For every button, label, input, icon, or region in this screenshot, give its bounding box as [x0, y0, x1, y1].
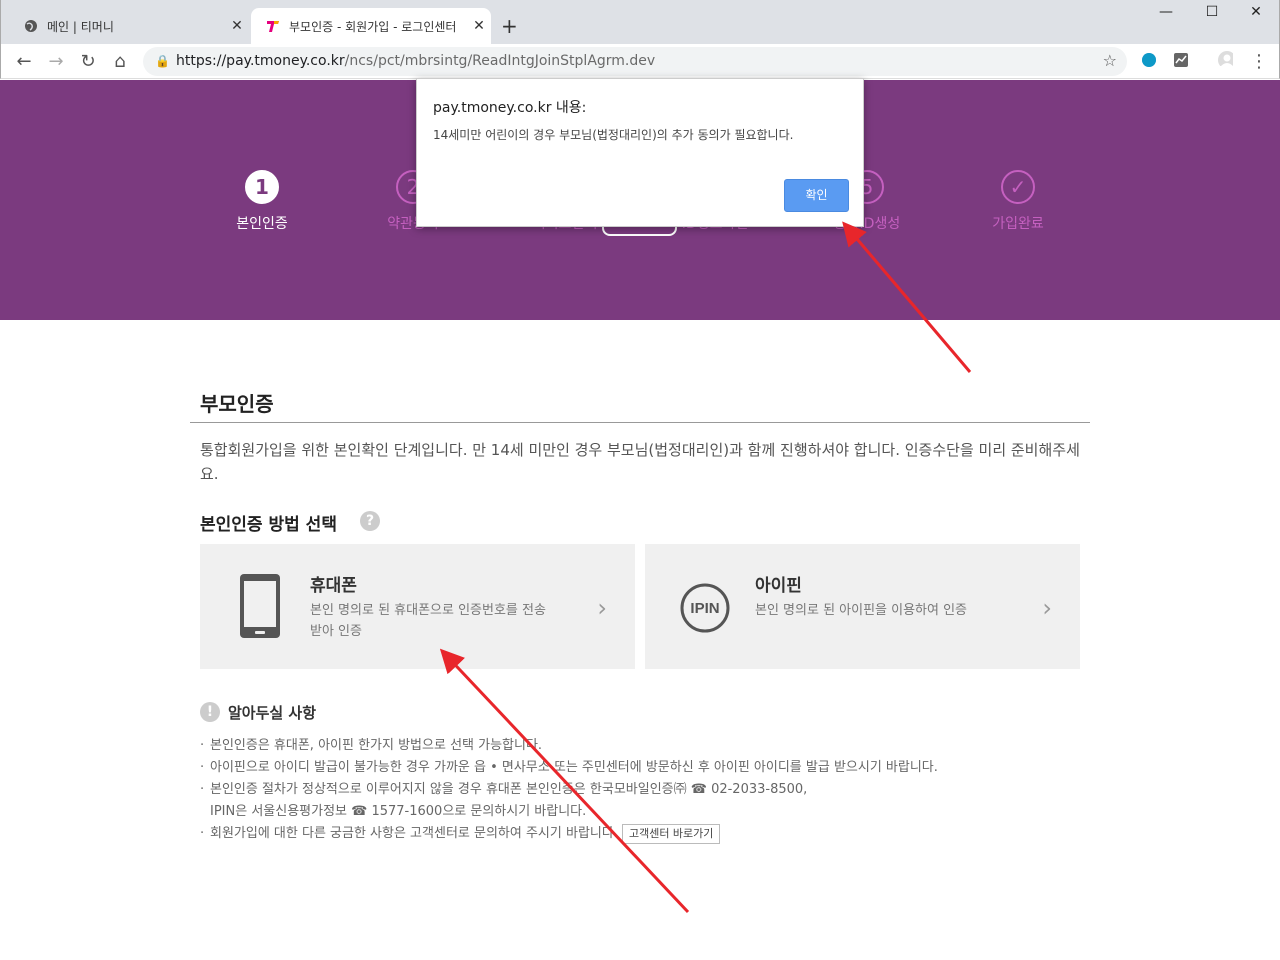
browser-toolbar: ← → ↻ ⌂ 🔒 https://pay.tmoney.co.kr/ncs/p…	[0, 44, 1280, 79]
card-title: 아이핀	[755, 576, 802, 596]
step-complete: ✓ 가입완료	[958, 170, 1078, 233]
mobile-auth-card[interactable]: 휴대폰 본인 명의로 된 휴대폰으로 인증번호를 전송 받아 인증 ›	[200, 544, 635, 669]
tmoney-logo-icon	[265, 18, 281, 34]
bookmark-star-icon[interactable]: ☆	[1103, 51, 1117, 70]
tab-parent-auth[interactable]: 부모인증 - 회원가입 - 로그인센터 ✕	[251, 8, 491, 44]
address-bar[interactable]: 🔒 https://pay.tmoney.co.kr/ncs/pct/mbrsi…	[143, 47, 1127, 76]
dialog-title: pay.tmoney.co.kr 내용:	[433, 100, 587, 116]
alert-dialog: pay.tmoney.co.kr 내용: 14세미만 어린이의 경우 부모님(법…	[416, 78, 864, 227]
list-item: 본인인증 절차가 정상적으로 이루어지지 않을 경우 휴대폰 본인인증은 한국모…	[200, 779, 1080, 801]
card-title: 휴대폰	[310, 576, 357, 596]
list-item: 회원가입에 대한 다른 궁금한 사항은 고객센터로 문의하여 주시기 바랍니다.…	[200, 823, 1080, 845]
dialog-message: 14세미만 어린이의 경우 부모님(법정대리인)의 추가 동의가 필요합니다.	[433, 128, 794, 142]
lock-icon: 🔒	[155, 54, 170, 68]
ipin-icon: IPIN	[680, 583, 730, 633]
extension-chart-icon[interactable]	[1173, 52, 1189, 68]
tab-strip: 메인 | 티머니 ✕ 부모인증 - 회원가입 - 로그인센터 ✕ + — ☐ ✕	[0, 0, 1280, 44]
notice-list: 본인인증은 휴대폰, 아이핀 한가지 방법으로 선택 가능합니다. 아이핀으로 …	[200, 735, 1080, 845]
chevron-right-icon: ›	[597, 594, 607, 622]
close-window-icon[interactable]: ✕	[1233, 4, 1279, 20]
menu-kebab-icon[interactable]: ⋮	[1248, 50, 1270, 72]
list-item: 본인인증은 휴대폰, 아이핀 한가지 방법으로 선택 가능합니다.	[200, 735, 1080, 757]
tab-title: 메인 | 티머니	[47, 19, 114, 34]
card-description: 본인 명의로 된 휴대폰으로 인증번호를 전송 받아 인증	[310, 603, 546, 639]
close-tab-icon[interactable]: ✕	[467, 18, 491, 34]
step-label: 가입완료	[992, 216, 1044, 232]
step-1: 1 본인인증	[202, 170, 322, 233]
step-label: 본인인증	[236, 216, 288, 232]
forward-icon[interactable]: →	[45, 50, 67, 72]
notice-icon: !	[200, 702, 220, 722]
globe-icon	[23, 18, 39, 34]
notice-title: 알아두실 사항	[228, 704, 317, 722]
ok-button[interactable]: 확인	[784, 179, 849, 212]
back-icon[interactable]: ←	[13, 50, 35, 72]
maximize-icon[interactable]: ☐	[1189, 4, 1235, 20]
ipin-auth-card[interactable]: IPIN 아이핀 본인 명의로 된 아이핀을 이용하여 인증 ›	[645, 544, 1080, 669]
check-icon: ✓	[1001, 170, 1035, 204]
url-text[interactable]: https://pay.tmoney.co.kr/ncs/pct/mbrsint…	[176, 53, 655, 69]
page-title: 부모인증	[200, 392, 274, 416]
chevron-right-icon: ›	[1042, 594, 1052, 622]
new-tab-icon[interactable]: +	[501, 14, 518, 38]
page-description: 통합회원가입을 위한 본인확인 단계입니다. 만 14세 미만인 경우 부모님(…	[200, 441, 1080, 483]
extension-circle-icon[interactable]	[1141, 52, 1157, 68]
tab-main[interactable]: 메인 | 티머니 ✕	[9, 8, 249, 44]
minimize-icon[interactable]: —	[1143, 4, 1189, 20]
close-tab-icon[interactable]: ✕	[225, 18, 249, 34]
reload-icon[interactable]: ↻	[77, 50, 99, 72]
step-number: 1	[245, 170, 279, 204]
method-section-title: 본인인증 방법 선택	[200, 515, 337, 535]
tab-title: 부모인증 - 회원가입 - 로그인센터	[289, 19, 457, 34]
list-item-continued: IPIN은 서울신용평가정보 ☎ 1577-1600으로 문의하시기 바랍니다.	[210, 804, 587, 819]
home-icon[interactable]: ⌂	[109, 50, 131, 72]
customer-center-button[interactable]: 고객센터 바로가기	[621, 823, 721, 844]
list-item: 아이핀으로 아이디 발급이 불가능한 경우 가까운 읍 • 면사무소 또는 주민…	[200, 757, 1080, 779]
help-icon[interactable]: ?	[360, 511, 380, 531]
svg-text:IPIN: IPIN	[690, 600, 719, 617]
mobile-phone-icon	[240, 574, 280, 638]
profile-avatar-icon[interactable]	[1217, 50, 1233, 66]
title-divider	[190, 422, 1090, 423]
card-description: 본인 명의로 된 아이핀을 이용하여 인증	[755, 603, 968, 618]
